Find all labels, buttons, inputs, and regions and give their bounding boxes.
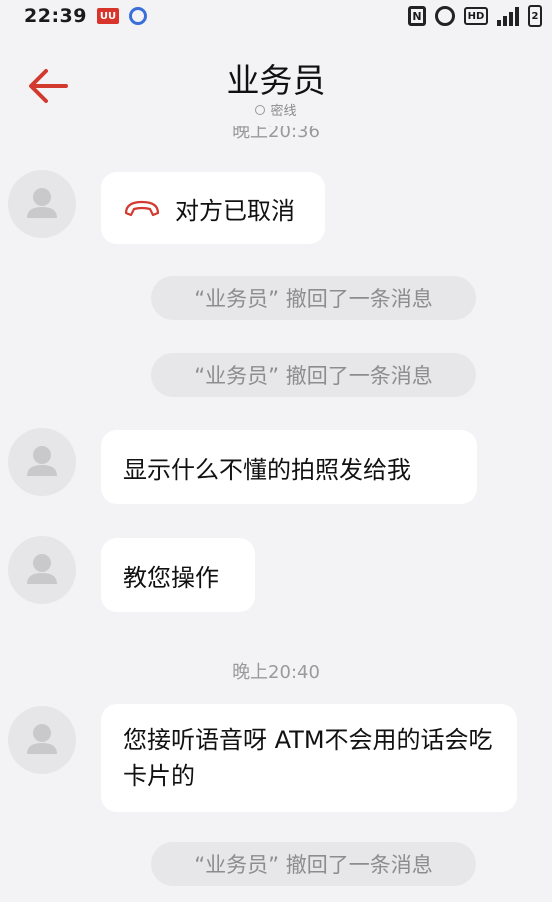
call-cancelled-bubble[interactable]: 对方已取消 [101, 172, 325, 244]
message-bubble[interactable]: 显示什么不懂的拍照发给我 [101, 430, 477, 504]
message-bubble[interactable]: 您接听语音呀 ATM不会用的话会吃卡片的 [101, 704, 517, 812]
chat-header: 业务员 密线 [0, 40, 552, 140]
status-bar: 22:39 UU N HD 2 [0, 0, 552, 32]
nfc-icon: N [408, 6, 426, 26]
avatar[interactable] [8, 706, 76, 774]
user-icon [27, 188, 57, 218]
user-icon [27, 446, 57, 476]
message-text: 您接听语音呀 ATM不会用的话会吃卡片的 [123, 726, 493, 790]
message-text: 教您操作 [123, 563, 219, 592]
timestamp: 晚上20:36 [0, 126, 552, 144]
hd-icon: HD [464, 7, 488, 25]
avatar[interactable] [8, 428, 76, 496]
call-cancelled-text: 对方已取消 [175, 196, 295, 225]
app-notification-icon: UU [96, 8, 119, 24]
recall-notice-text: “业务员” 撤回了一条消息 [194, 287, 433, 311]
recall-notice-text: “业务员” 撤回了一条消息 [194, 364, 433, 388]
alarm-icon [435, 6, 455, 26]
recall-notice-text: “业务员” 撤回了一条消息 [194, 853, 433, 877]
message-bubble[interactable]: 教您操作 [101, 538, 255, 612]
avatar[interactable] [8, 170, 76, 238]
message-text: 显示什么不懂的拍照发给我 [123, 455, 411, 484]
hang-up-icon [124, 200, 160, 217]
timestamp-label: 晚上20:36 [232, 126, 320, 142]
recall-notice: “业务员” 撤回了一条消息 [151, 353, 476, 397]
status-bar-left: 22:39 UU [24, 5, 147, 27]
user-icon [27, 724, 57, 754]
user-icon [27, 554, 57, 584]
status-dot-icon [255, 104, 266, 115]
chat-status: 密线 [0, 100, 552, 119]
baidu-notification-icon [128, 7, 147, 25]
recall-notice: “业务员” 撤回了一条消息 [151, 276, 476, 320]
recall-notice: “业务员” 撤回了一条消息 [151, 842, 476, 886]
timestamp: 晚上20:40 [0, 658, 552, 684]
chat-title: 业务员 [226, 61, 326, 100]
avatar[interactable] [8, 536, 76, 604]
signal-icon [497, 6, 519, 26]
status-time: 22:39 [24, 5, 87, 27]
status-bar-right: N HD 2 [408, 5, 542, 27]
chat-status-label: 密线 [270, 104, 297, 119]
battery-icon: 2 [528, 5, 542, 27]
timestamp-label: 晚上20:40 [232, 662, 320, 683]
